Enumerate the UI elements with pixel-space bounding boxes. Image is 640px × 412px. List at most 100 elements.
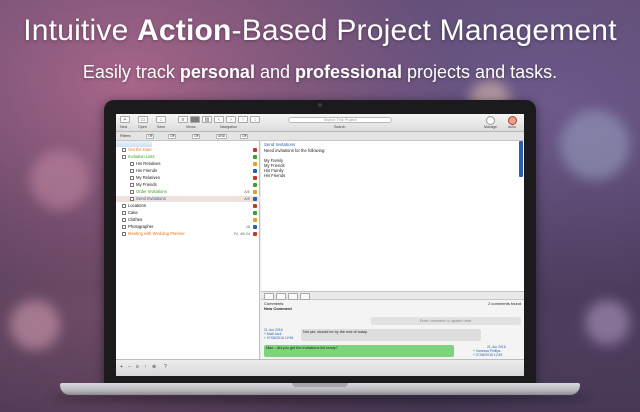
filter-chip[interactable]: Off bbox=[192, 134, 201, 139]
nav-down-button[interactable]: ↓ bbox=[250, 116, 260, 123]
laptop-base bbox=[60, 383, 580, 395]
actions-label: Actio bbox=[508, 125, 516, 129]
flag-icon bbox=[253, 225, 257, 229]
bokeh-light bbox=[10, 300, 60, 350]
actions-button[interactable] bbox=[508, 116, 517, 125]
laptop-notch bbox=[292, 383, 348, 387]
tree-row-label: His Friends bbox=[136, 168, 158, 173]
flag-icon bbox=[253, 155, 257, 159]
view-column-button[interactable]: ▥ bbox=[202, 116, 212, 123]
hero-subheadline: Easily track personal and professional p… bbox=[0, 62, 640, 83]
folder-icon: ▭ bbox=[140, 116, 146, 123]
tree-row[interactable]: Clothes bbox=[116, 217, 260, 223]
flag-icon bbox=[253, 218, 257, 222]
app-window: + ▭ ↓ ≡ ▥ ‹ › ↑ ↓ New Open Save Views Na… bbox=[116, 114, 524, 376]
save-label: Save bbox=[157, 125, 166, 129]
tree-row-label: Invitation Lists bbox=[128, 154, 155, 159]
tree-row[interactable]: His Relatives bbox=[116, 161, 260, 167]
tree-row-label: Cake bbox=[128, 210, 138, 215]
tree-row-label: Send Invitations bbox=[136, 196, 166, 201]
open-button[interactable]: ▭ bbox=[138, 116, 148, 123]
task-checkbox[interactable] bbox=[130, 190, 134, 194]
tree-row[interactable]: Locations bbox=[116, 203, 260, 209]
task-checkbox[interactable] bbox=[130, 197, 134, 201]
tree-row[interactable]: Cake bbox=[116, 210, 260, 216]
filter-chip[interactable]: Off bbox=[146, 134, 155, 139]
flag-icon bbox=[253, 169, 257, 173]
manage-button[interactable] bbox=[486, 116, 495, 125]
view-grid-button[interactable] bbox=[190, 116, 200, 123]
comment-tool-button[interactable] bbox=[276, 293, 286, 300]
comment-input[interactable]: Enter comment or update here. bbox=[371, 317, 521, 325]
new-button[interactable]: + bbox=[120, 116, 130, 123]
open-group: ▭ bbox=[138, 116, 148, 123]
nav-up-button[interactable]: ↑ bbox=[238, 116, 248, 123]
view-list-button[interactable]: ≡ bbox=[178, 116, 188, 123]
flag-icon bbox=[253, 148, 257, 152]
tree-row-meta: Fri, 4th 24 bbox=[233, 232, 250, 236]
outline-button[interactable]: ≡ bbox=[136, 364, 139, 370]
filter-chip[interactable]: Off bbox=[240, 134, 249, 139]
task-checkbox[interactable] bbox=[130, 162, 134, 166]
comment-tools bbox=[264, 293, 310, 300]
task-checkbox[interactable] bbox=[130, 169, 134, 173]
comment-tool-button[interactable] bbox=[300, 293, 310, 300]
search-label: Search bbox=[334, 125, 346, 129]
detail-scrollbar[interactable] bbox=[519, 141, 523, 177]
move-up-button[interactable]: ↑ bbox=[144, 364, 147, 370]
tree-row[interactable]: Order Invitations A/E bbox=[116, 189, 260, 195]
tree-row-label: Get the Date bbox=[128, 147, 152, 152]
task-checkbox[interactable] bbox=[130, 176, 134, 180]
task-checkbox[interactable] bbox=[122, 218, 126, 222]
filter-chip[interactable]: AND bbox=[216, 134, 228, 139]
tree-row[interactable]: My Friends bbox=[116, 182, 260, 188]
tree-row[interactable]: My Relatives bbox=[116, 175, 260, 181]
task-checkbox[interactable] bbox=[122, 155, 126, 159]
bokeh-light bbox=[30, 150, 90, 210]
bottom-bar: + − ≡ ↑ ⊕ ? bbox=[116, 359, 524, 376]
tree-row-label: Meeting with Wedding Planner bbox=[128, 231, 185, 236]
help-button[interactable]: ? bbox=[164, 364, 167, 370]
sub-text: Easily track bbox=[82, 62, 180, 82]
tree-row-label: Photographer bbox=[128, 224, 154, 229]
flag-icon bbox=[253, 204, 257, 208]
task-checkbox[interactable] bbox=[122, 232, 126, 236]
zoom-button[interactable]: ⊕ bbox=[152, 364, 156, 370]
open-label: Open bbox=[138, 125, 147, 129]
tree-row-label: My Friends bbox=[136, 182, 157, 187]
task-checkbox[interactable] bbox=[122, 204, 126, 208]
task-checkbox[interactable] bbox=[122, 211, 126, 215]
sub-text: and bbox=[254, 62, 295, 82]
detail-notes[interactable]: Need invitations for the following: My F… bbox=[264, 148, 325, 178]
filter-chip[interactable]: Off bbox=[168, 134, 177, 139]
new-group: + bbox=[120, 116, 130, 123]
headline-text: -Based Project Management bbox=[231, 14, 617, 47]
comment-tool-button[interactable] bbox=[264, 293, 274, 300]
flag-icon bbox=[253, 197, 257, 201]
remove-item-button[interactable]: − bbox=[128, 364, 131, 370]
comment-time: + 07/06/2016 12:49 bbox=[473, 353, 503, 357]
save-button[interactable]: ↓ bbox=[156, 116, 166, 123]
task-detail: Send Invitations Need invitations for th… bbox=[261, 141, 524, 291]
tree-row[interactable]: Get the Date bbox=[116, 147, 260, 153]
nav-forward-button[interactable]: › bbox=[226, 116, 236, 123]
comment-tool-button[interactable] bbox=[288, 293, 298, 300]
task-checkbox[interactable] bbox=[122, 225, 126, 229]
tree-row[interactable]: Send Invitations A/E bbox=[116, 196, 260, 202]
add-item-button[interactable]: + bbox=[120, 364, 123, 370]
task-checkbox[interactable] bbox=[122, 148, 126, 152]
tree-row[interactable]: Meeting with Wedding Planner Fri, 4th 24 bbox=[116, 231, 260, 237]
tree-row[interactable]: Photographer JB bbox=[116, 224, 260, 230]
download-icon: ↓ bbox=[159, 116, 163, 123]
nav-back-button[interactable]: ‹ bbox=[214, 116, 224, 123]
flag-icon bbox=[253, 162, 257, 166]
tree-row[interactable]: Invitation Lists bbox=[116, 154, 260, 160]
search-input[interactable]: Search This Project bbox=[288, 117, 392, 123]
laptop-lid: + ▭ ↓ ≡ ▥ ‹ › ↑ ↓ New Open Save Views Na… bbox=[104, 100, 536, 384]
app-toolbar: + ▭ ↓ ≡ ▥ ‹ › ↑ ↓ New Open Save Views Na… bbox=[116, 114, 524, 132]
tree-row[interactable]: His Friends bbox=[116, 168, 260, 174]
task-checkbox[interactable] bbox=[130, 183, 134, 187]
views-group: ≡ ▥ bbox=[178, 116, 212, 123]
tree-row-label: His Relatives bbox=[136, 161, 161, 166]
flag-icon bbox=[253, 190, 257, 194]
